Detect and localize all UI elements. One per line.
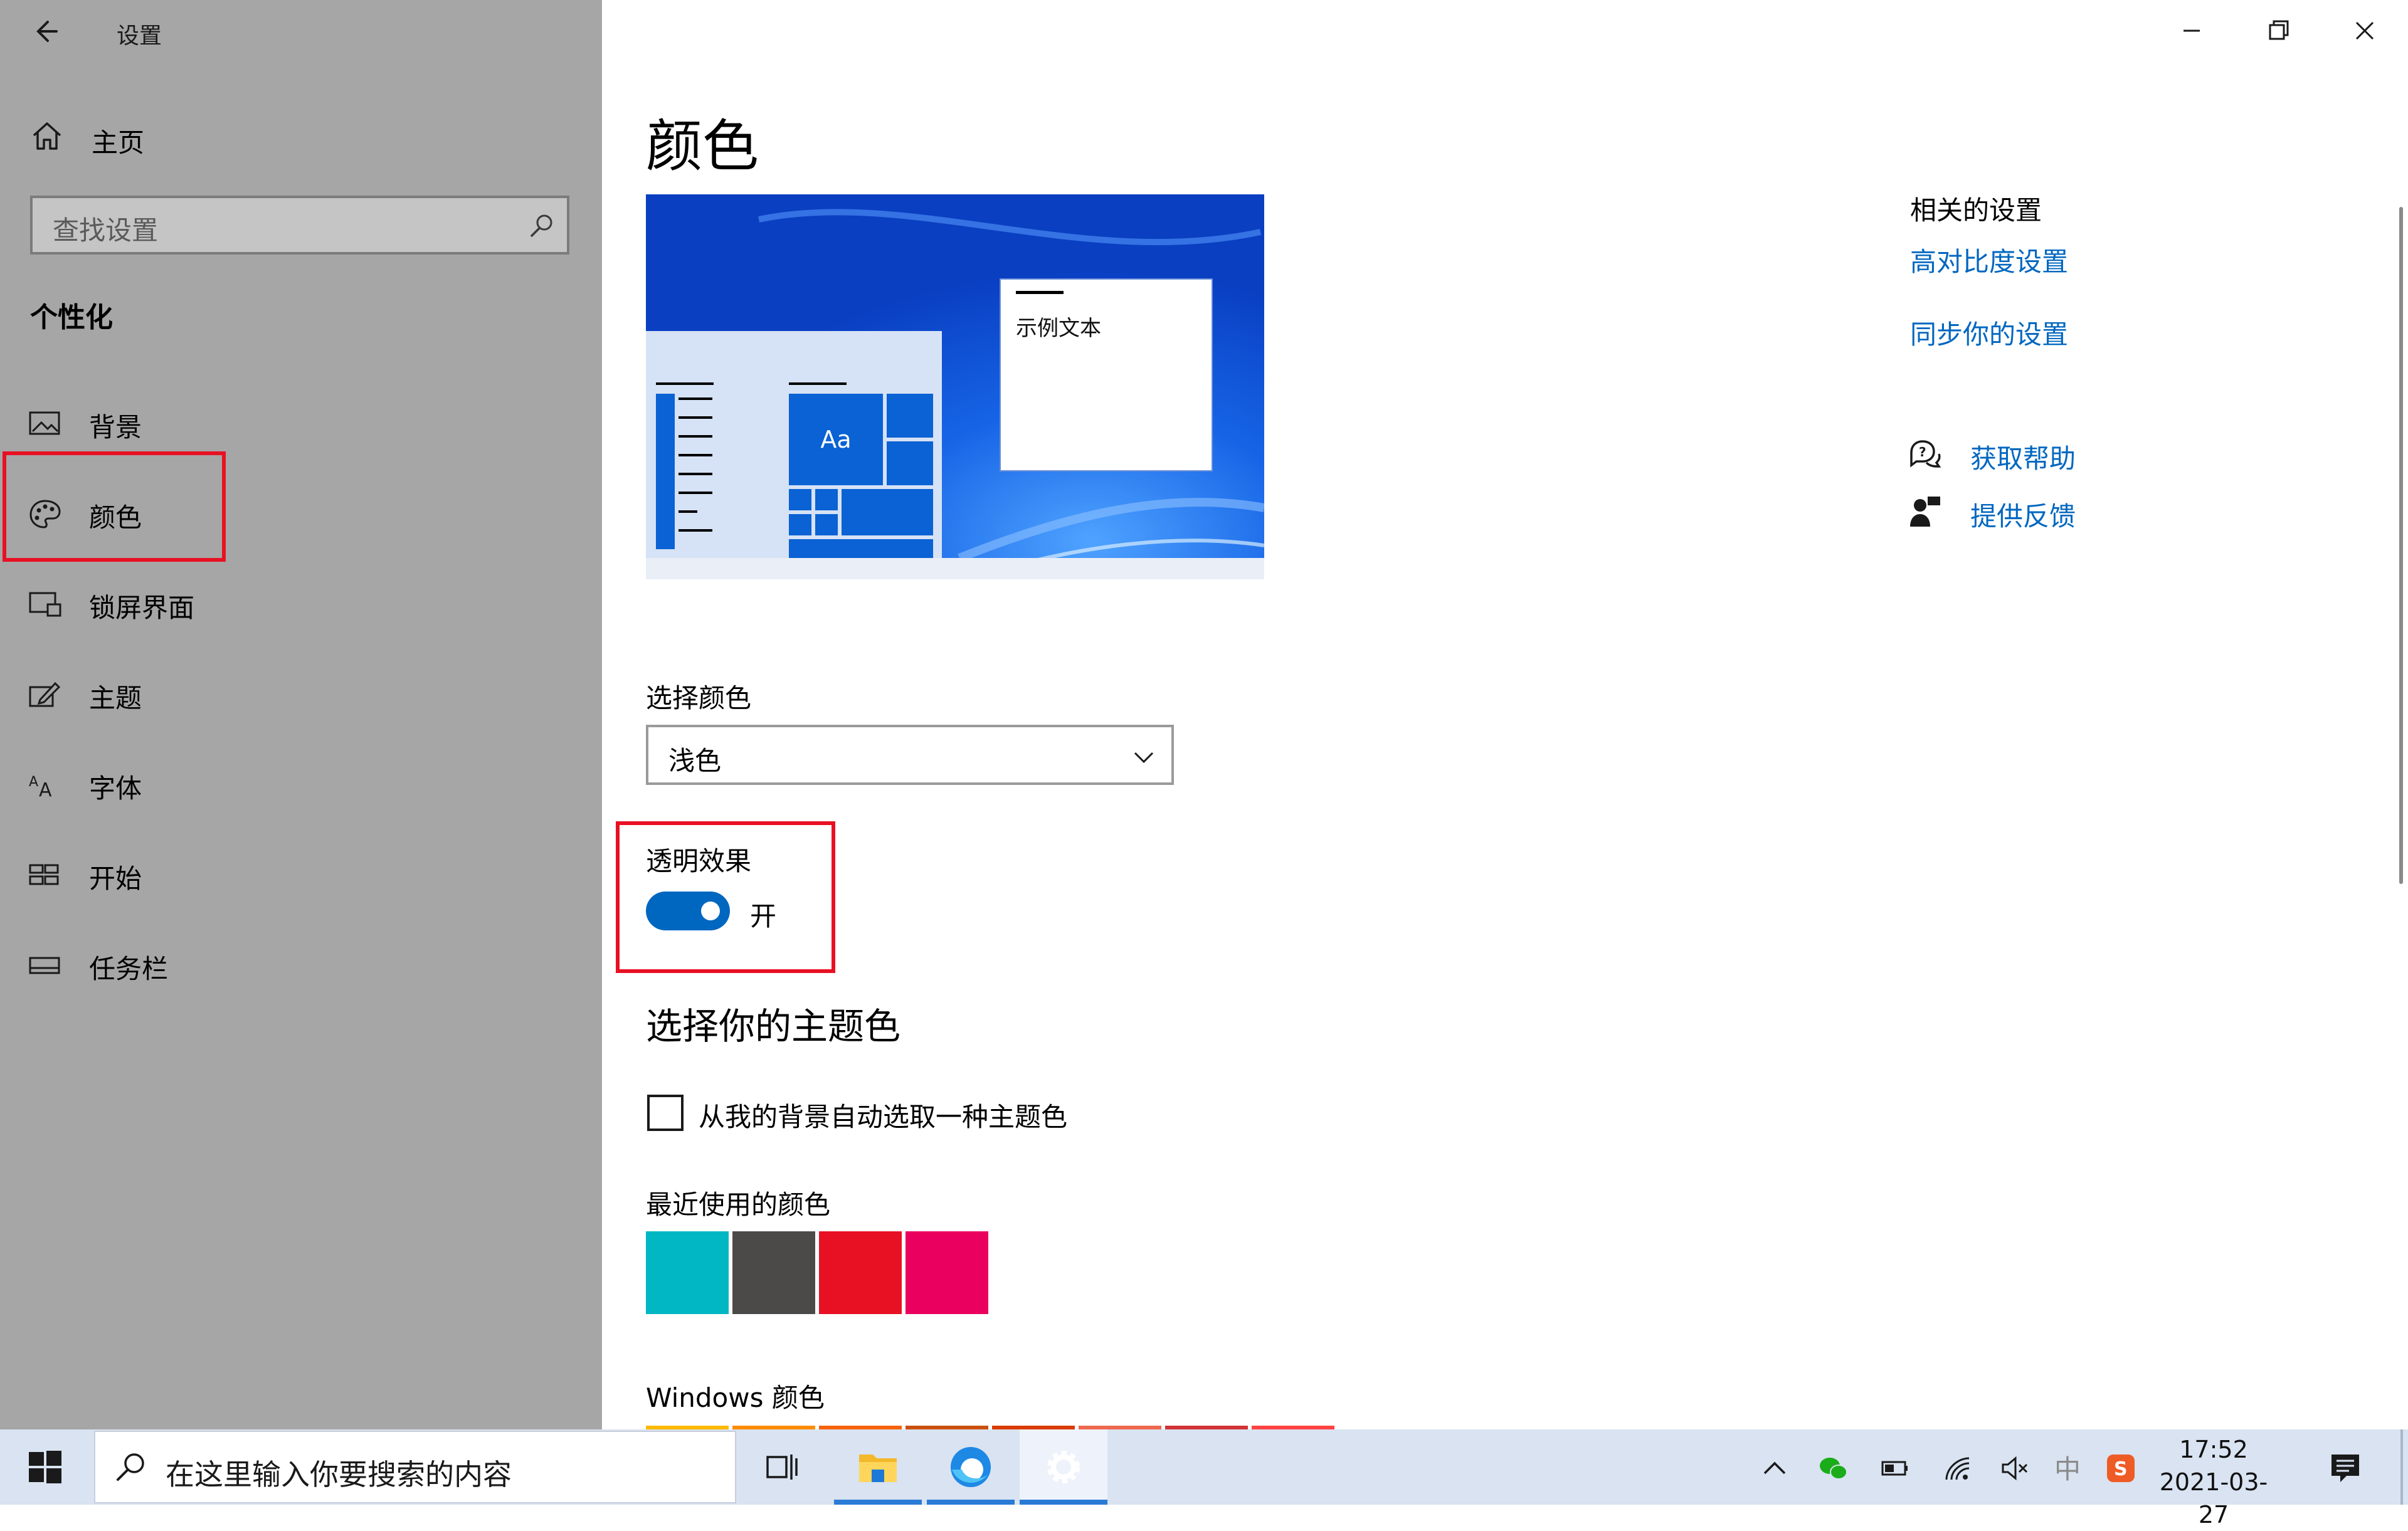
scrollbar[interactable] [2399, 207, 2403, 884]
search-settings-input[interactable]: 查找设置 [30, 196, 569, 255]
start-icon [29, 864, 59, 885]
related-settings-title: 相关的设置 [1910, 195, 2042, 226]
recent-colors-label: 最近使用的颜色 [646, 1189, 831, 1220]
minimize-icon[interactable] [2175, 14, 2209, 48]
task-view-button[interactable] [739, 1429, 826, 1505]
sidebar-item-label: 任务栏 [89, 954, 169, 984]
get-help-link[interactable]: 获取帮助 [1970, 438, 2076, 476]
active-indicator [927, 1500, 1015, 1505]
clock-date: 2021-03-27 [2159, 1468, 2268, 1528]
sync-settings-link[interactable]: 同步你的设置 [1910, 313, 2068, 352]
feedback-link[interactable]: 提供反馈 [1970, 495, 2076, 534]
taskbar-icon [29, 957, 60, 974]
highlight-box-colors-nav [3, 451, 226, 562]
sidebar-item-label: 背景 [89, 412, 142, 443]
sidebar-item-lockscreen[interactable]: 锁屏界面 [0, 567, 602, 642]
notification-center-icon[interactable] [2328, 1451, 2363, 1486]
close-icon[interactable] [2348, 14, 2382, 48]
volume-muted-icon[interactable] [2000, 1453, 2030, 1483]
back-arrow-icon[interactable] [31, 13, 69, 50]
preview-tile-text: Aa [820, 426, 852, 453]
recent-color-swatch[interactable] [819, 1231, 902, 1314]
taskbar-search-placeholder: 在这里输入你要搜索的内容 [166, 1458, 512, 1492]
sidebar-item-home-label: 主页 [92, 127, 145, 158]
theme-icon [29, 681, 61, 707]
auto-accent-label: 从我的背景自动选取一种主题色 [699, 1102, 1068, 1132]
task-view-icon [766, 1455, 798, 1480]
gear-icon [1047, 1451, 1080, 1483]
preview-sample-window: 示例文本 [1000, 278, 1213, 471]
preview-start-menu: Aa [646, 331, 942, 558]
font-icon: A A [29, 774, 52, 801]
ime-indicator[interactable]: 中 [2054, 1448, 2081, 1486]
restore-icon[interactable] [2261, 14, 2295, 48]
sidebar: 设置 主页 查找设置 个性化 背景 颜色 锁屏界面 主题 A A 字体 开始 任… [0, 0, 602, 1429]
help-chat-icon: ? [1910, 440, 1941, 468]
folder-icon [859, 1455, 897, 1482]
svg-text:S: S [2114, 1458, 2128, 1480]
sidebar-item-label: 字体 [89, 773, 142, 804]
home-icon [33, 122, 61, 150]
preview-sample-text: 示例文本 [1016, 316, 1101, 341]
choose-color-label: 选择颜色 [646, 683, 752, 713]
sidebar-item-label: 锁屏界面 [89, 592, 195, 623]
chevron-down-icon [1134, 752, 1154, 764]
search-placeholder: 查找设置 [53, 215, 159, 246]
settings-app-button[interactable] [1020, 1429, 1107, 1505]
picture-icon [29, 411, 60, 435]
recent-color-swatch[interactable] [646, 1231, 729, 1314]
sidebar-item-start[interactable]: 开始 [0, 838, 602, 913]
sidebar-item-label: 开始 [89, 863, 142, 894]
choose-color-dropdown[interactable]: 浅色 [646, 725, 1174, 785]
windows-start-icon[interactable] [28, 1449, 63, 1485]
page-title: 颜色 [646, 113, 759, 179]
file-explorer-button[interactable] [834, 1429, 922, 1505]
show-desktop-button[interactable] [2400, 1429, 2403, 1505]
taskbar-clock[interactable]: 17:52 2021-03-27 [2145, 1433, 2283, 1531]
auto-accent-checkbox[interactable] [647, 1095, 684, 1131]
sidebar-item-background[interactable]: 背景 [0, 386, 602, 461]
accent-section-title: 选择你的主题色 [646, 1005, 901, 1048]
sidebar-item-label: 主题 [89, 683, 142, 713]
svg-text:A: A [29, 774, 38, 790]
sidebar-item-themes[interactable]: 主题 [0, 657, 602, 732]
svg-text:?: ? [1919, 445, 1926, 460]
sidebar-item-taskbar[interactable]: 任务栏 [0, 928, 602, 1003]
edge-browser-button[interactable] [927, 1429, 1015, 1505]
recent-color-swatch[interactable] [906, 1231, 988, 1314]
active-indicator [834, 1500, 922, 1505]
theme-preview: Aa 示例文本 [646, 194, 1264, 579]
chevron-up-icon[interactable] [1760, 1453, 1790, 1483]
active-indicator [1020, 1500, 1107, 1505]
clock-time: 17:52 [2179, 1436, 2248, 1463]
wifi-icon[interactable] [1943, 1453, 1973, 1483]
high-contrast-link[interactable]: 高对比度设置 [1910, 241, 2068, 279]
choose-color-value: 浅色 [668, 745, 722, 776]
sogou-ime-icon[interactable]: S [2106, 1453, 2136, 1483]
feedback-icon [1910, 497, 1940, 527]
highlight-box-transparency [616, 821, 835, 973]
search-icon [531, 214, 552, 237]
taskbar-search-box[interactable]: 在这里输入你要搜索的内容 [94, 1431, 736, 1503]
app-title: 设置 [117, 23, 162, 49]
recent-color-swatch[interactable] [732, 1231, 815, 1314]
wechat-icon[interactable] [1819, 1453, 1849, 1483]
sidebar-item-fonts[interactable]: A A 字体 [0, 747, 602, 823]
sidebar-item-home[interactable]: 主页 [30, 119, 569, 158]
svg-text:A: A [39, 779, 52, 801]
lockscreen-icon [29, 592, 61, 617]
windows-colors-label: Windows 颜色 [646, 1382, 825, 1413]
preview-taskbar [646, 558, 1264, 579]
battery-icon[interactable] [1880, 1453, 1910, 1483]
section-title: 个性化 [30, 302, 113, 334]
edge-icon [951, 1447, 991, 1487]
search-icon [117, 1453, 144, 1481]
